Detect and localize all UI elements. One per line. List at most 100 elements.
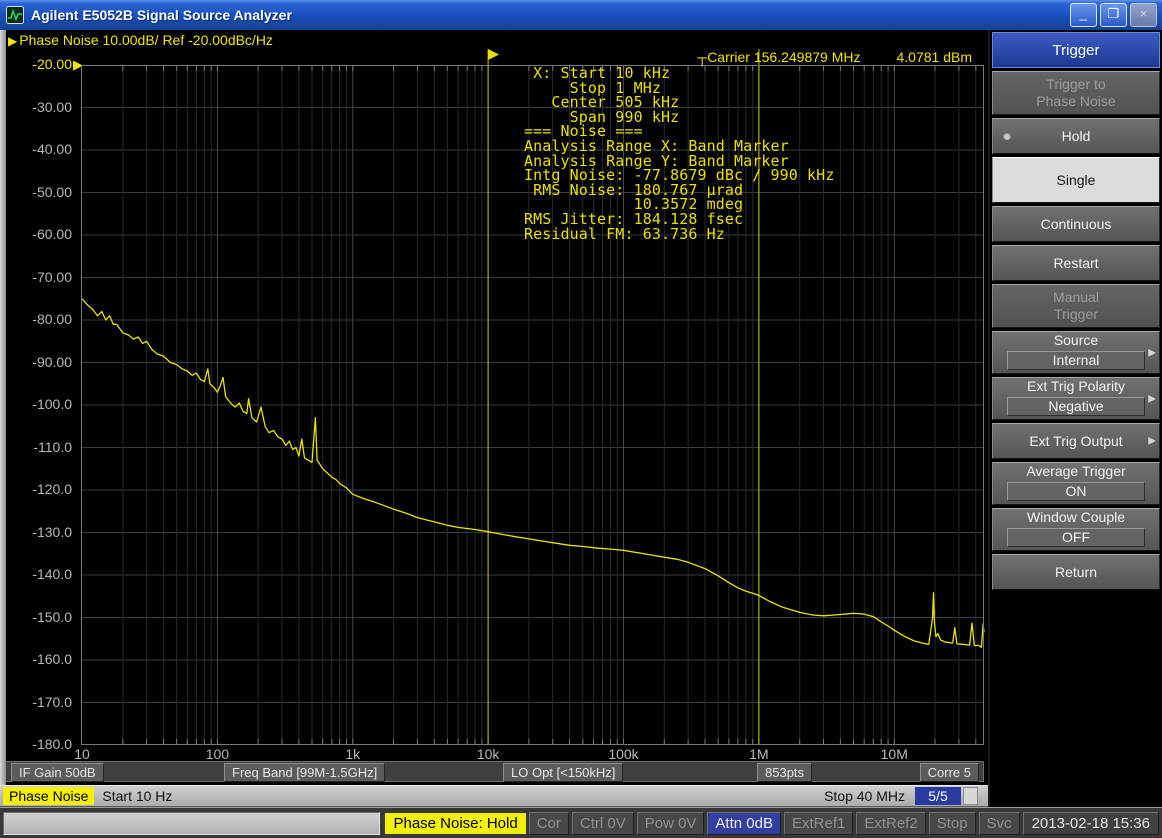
instrument-status-bar: Phase Noise: Hold CorCtrl 0VPow 0VAttn 0… xyxy=(0,807,1162,838)
y-tick-label: -30.00 xyxy=(8,99,72,115)
softkey-ext-trig-polarity[interactable]: Ext Trig Polarity Negative▶ xyxy=(992,377,1160,420)
active-trace-chip: Phase Noise xyxy=(3,787,94,805)
menu-title: Trigger xyxy=(992,32,1160,68)
y-tick-label: -110.0 xyxy=(8,439,72,455)
y-tick-label: -140.0 xyxy=(8,566,72,582)
carrier-label: Carrier xyxy=(707,49,750,65)
message-field xyxy=(3,812,380,835)
x-tick-label: 10 xyxy=(47,746,117,762)
x-tick-label: 1k xyxy=(318,746,388,762)
y-tick-label: -40.00 xyxy=(8,141,72,157)
softkey-label: Source xyxy=(1054,332,1098,349)
softkey-label: Manual Trigger xyxy=(1053,289,1099,323)
band-marker-flag-icon xyxy=(488,49,499,60)
selected-bullet-icon xyxy=(1003,132,1011,140)
submenu-arrow-icon: ▶ xyxy=(1148,393,1156,404)
x-tick-label: 1M xyxy=(724,746,794,762)
points-status: 853pts xyxy=(757,763,812,782)
softkey-restart[interactable]: Restart xyxy=(992,245,1160,281)
y-tick-label: -50.00 xyxy=(8,184,72,200)
softkey-window-couple[interactable]: Window Couple OFF xyxy=(992,508,1160,551)
sweep-stop-readout: Stop 40 MHz xyxy=(824,788,905,804)
softkey-list: Trigger to Phase Noise Hold Single Continuo… xyxy=(990,71,1162,590)
measurement-status-chip: Phase Noise: Hold xyxy=(385,813,525,834)
x-tick-label: 100k xyxy=(589,746,659,762)
y-tick-label: -100.0 xyxy=(8,396,72,412)
carrier-power: 4.0781 dBm xyxy=(897,49,973,65)
softkey-label: Window Couple xyxy=(1027,509,1125,526)
softkey-hold[interactable]: Hold xyxy=(992,118,1160,154)
softkey-value: Internal xyxy=(1007,351,1145,370)
softkey-manual-trigger: Manual Trigger xyxy=(992,284,1160,328)
app-icon xyxy=(5,5,25,25)
y-tick-label: -170.0 xyxy=(8,694,72,710)
x-tick-label: 100 xyxy=(182,746,252,762)
status-led-cor: Cor xyxy=(529,812,569,835)
y-tick-label: -20.00 xyxy=(8,56,72,72)
restore-button[interactable]: ❐ xyxy=(1100,3,1127,27)
submenu-arrow-icon: ▶ xyxy=(1148,436,1156,447)
instrument-display: ▶Phase Noise 10.00dB/ Ref -20.00dBc/Hz -… xyxy=(0,30,988,785)
softkey-value: Negative xyxy=(1007,397,1145,416)
lo-opt-status: LO Opt [<150kHz] xyxy=(503,763,623,782)
submenu-arrow-icon: ▶ xyxy=(1148,347,1156,358)
if-gain-status: IF Gain 50dB xyxy=(11,763,104,782)
carrier-readout: ┬Carrier 156.249879 MHz 4.0781 dBm xyxy=(697,49,972,65)
status-led-svc: Svc xyxy=(979,812,1020,835)
y-tick-label: -70.00 xyxy=(8,269,72,285)
correction-status: Corre 5 xyxy=(920,763,979,782)
softkey-ext-trig-output[interactable]: Ext Trig Output ▶ xyxy=(992,423,1160,459)
minimize-button[interactable]: _ xyxy=(1070,3,1097,27)
softkey-label: Average Trigger xyxy=(1026,463,1125,480)
x-tick-label: 10M xyxy=(859,746,929,762)
window-controls: _ ❐ × xyxy=(1070,3,1157,27)
softkey-return[interactable]: Return xyxy=(992,554,1160,590)
softkey-source[interactable]: Source Internal▶ xyxy=(992,331,1160,374)
softkey-label: Single xyxy=(1057,172,1096,189)
y-tick-label: -60.00 xyxy=(8,226,72,242)
app-window: Agilent E5052B Signal Source Analyzer _ … xyxy=(0,0,1162,838)
trace-scale-label: Phase Noise 10.00dB/ Ref -20.00dBc/Hz xyxy=(19,32,273,48)
y-tick-label: -150.0 xyxy=(8,609,72,625)
softkey-label: Hold xyxy=(1062,128,1091,145)
status-led-pow-0v: Pow 0V xyxy=(637,812,705,835)
y-tick-label: -130.0 xyxy=(8,524,72,540)
softkey-single[interactable]: Single xyxy=(992,157,1160,203)
y-tick-label: -80.00 xyxy=(8,311,72,327)
active-trace-marker-icon: ▶ xyxy=(8,34,17,48)
softkey-menu: Trigger Trigger to Phase Noise Hold Single… xyxy=(988,30,1162,807)
status-led-stop: Stop xyxy=(929,812,976,835)
y-tick-label: -160.0 xyxy=(8,651,72,667)
softkey-label: Trigger to Phase Noise xyxy=(1036,76,1115,110)
carrier-marker-icon: ┬ xyxy=(697,49,707,65)
status-led-attn-0db: Attn 0dB xyxy=(707,812,781,835)
page-indicator: 5/5 xyxy=(915,787,961,805)
sweep-status-bar: Phase Noise Start 10 Hz Stop 40 MHz 5/5 xyxy=(0,785,988,807)
status-row: IF Gain 50dB Freq Band [99M-1.5GHz] LO O… xyxy=(2,761,984,782)
softkey-continuous[interactable]: Continuous xyxy=(992,206,1160,242)
title-bar: Agilent E5052B Signal Source Analyzer _ … xyxy=(0,0,1162,30)
softkey-label: Restart xyxy=(1053,255,1098,272)
status-led-ctrl-0v: Ctrl 0V xyxy=(572,812,634,835)
datetime-display: 2013-02-18 15:36 xyxy=(1023,812,1159,835)
close-button[interactable]: × xyxy=(1130,3,1157,27)
window-title: Agilent E5052B Signal Source Analyzer xyxy=(31,7,292,23)
noise-analysis-readout: X: Start 10 kHz Stop 1 MHz Center 505 kH… xyxy=(524,66,834,241)
y-tick-label: -120.0 xyxy=(8,481,72,497)
window-edge-bevel xyxy=(0,30,6,785)
carrier-frequency: 156.249879 MHz xyxy=(754,49,861,65)
freq-band-status: Freq Band [99M-1.5GHz] xyxy=(224,763,385,782)
softkey-trigger-to-phase-noise: Trigger to Phase Noise xyxy=(992,71,1160,115)
trace-header: ▶Phase Noise 10.00dB/ Ref -20.00dBc/Hz xyxy=(8,32,273,48)
status-led-group: CorCtrl 0VPow 0VAttn 0dBExtRef1ExtRef2St… xyxy=(529,812,1020,835)
softkey-label: Ext Trig Polarity xyxy=(1027,378,1125,395)
softkey-label: Ext Trig Output xyxy=(1029,433,1122,450)
sweep-start-readout: Start 10 Hz xyxy=(102,788,172,804)
softkey-value: OFF xyxy=(1007,528,1145,547)
softkey-average-trigger[interactable]: Average TriggerON xyxy=(992,462,1160,505)
softkey-label: Continuous xyxy=(1041,216,1112,233)
sweep-mini-box xyxy=(963,787,978,805)
x-tick-label: 10k xyxy=(453,746,523,762)
status-led-extref1: ExtRef1 xyxy=(784,812,853,835)
y-tick-label: -90.00 xyxy=(8,354,72,370)
